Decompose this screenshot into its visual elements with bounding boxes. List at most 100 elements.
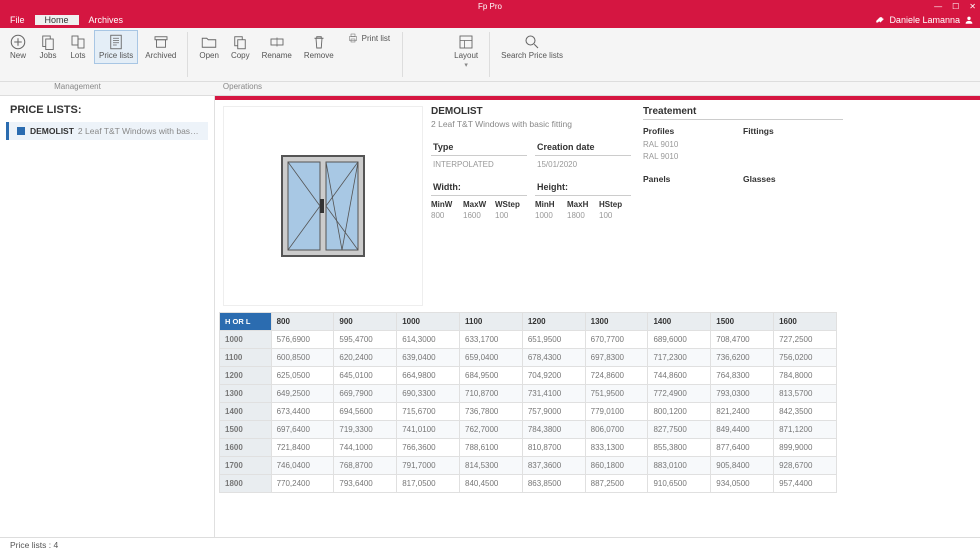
grid-cell[interactable]: 813,5700: [774, 385, 837, 403]
grid-row-header[interactable]: 1000: [220, 331, 272, 349]
grid-col-header[interactable]: 1500: [711, 313, 774, 331]
grid-cell[interactable]: 746,0400: [271, 457, 334, 475]
ribbon-jobs[interactable]: Jobs: [34, 30, 62, 64]
grid-cell[interactable]: 928,6700: [774, 457, 837, 475]
grid-cell[interactable]: 704,9200: [522, 367, 585, 385]
grid-col-header[interactable]: 800: [271, 313, 334, 331]
grid-cell[interactable]: 791,7000: [397, 457, 460, 475]
grid-cell[interactable]: 800,1200: [648, 403, 711, 421]
user-area[interactable]: Daniele Lamanna: [875, 15, 980, 25]
grid-cell[interactable]: 719,3300: [334, 421, 397, 439]
grid-col-header[interactable]: 1200: [522, 313, 585, 331]
grid-col-header[interactable]: 1100: [460, 313, 523, 331]
grid-cell[interactable]: 600,8500: [271, 349, 334, 367]
grid-cell[interactable]: 576,6900: [271, 331, 334, 349]
grid-cell[interactable]: 827,7500: [648, 421, 711, 439]
sidebar-item-demolist[interactable]: DEMOLIST 2 Leaf T&T Windows with basic f…: [6, 122, 208, 140]
grid-row-header[interactable]: 1200: [220, 367, 272, 385]
grid-cell[interactable]: 810,8700: [522, 439, 585, 457]
grid-cell[interactable]: 651,9500: [522, 331, 585, 349]
grid-cell[interactable]: 736,7800: [460, 403, 523, 421]
grid-cell[interactable]: 762,7000: [460, 421, 523, 439]
ribbon-archived[interactable]: Archived: [140, 30, 181, 64]
grid-cell[interactable]: 673,4400: [271, 403, 334, 421]
ribbon-copy[interactable]: Copy: [226, 30, 255, 64]
grid-row-header[interactable]: 1300: [220, 385, 272, 403]
grid-cell[interactable]: 689,6000: [648, 331, 711, 349]
grid-col-header[interactable]: 1000: [397, 313, 460, 331]
grid-cell[interactable]: 883,0100: [648, 457, 711, 475]
grid-cell[interactable]: 840,4500: [460, 475, 523, 493]
grid-cell[interactable]: 772,4900: [648, 385, 711, 403]
grid-col-header[interactable]: 1600: [774, 313, 837, 331]
grid-cell[interactable]: 633,1700: [460, 331, 523, 349]
grid-cell[interactable]: 863,8500: [522, 475, 585, 493]
grid-row-header[interactable]: 1800: [220, 475, 272, 493]
grid-cell[interactable]: 905,8400: [711, 457, 774, 475]
grid-cell[interactable]: 670,7700: [585, 331, 648, 349]
maximize-button[interactable]: ☐: [952, 2, 959, 11]
grid-cell[interactable]: 741,0100: [397, 421, 460, 439]
grid-cell[interactable]: 595,4700: [334, 331, 397, 349]
grid-col-header[interactable]: 900: [334, 313, 397, 331]
ribbon-lots[interactable]: Lots: [64, 30, 92, 64]
grid-cell[interactable]: 860,1800: [585, 457, 648, 475]
grid-cell[interactable]: 910,6500: [648, 475, 711, 493]
grid-cell[interactable]: 934,0500: [711, 475, 774, 493]
grid-cell[interactable]: 793,6400: [334, 475, 397, 493]
grid-row-header[interactable]: 1400: [220, 403, 272, 421]
grid-cell[interactable]: 614,3000: [397, 331, 460, 349]
grid-cell[interactable]: 793,0300: [711, 385, 774, 403]
grid-cell[interactable]: 756,0200: [774, 349, 837, 367]
grid-cell[interactable]: 849,4400: [711, 421, 774, 439]
grid-cell[interactable]: 842,3500: [774, 403, 837, 421]
grid-cell[interactable]: 788,6100: [460, 439, 523, 457]
grid-cell[interactable]: 814,5300: [460, 457, 523, 475]
grid-row-header[interactable]: 1100: [220, 349, 272, 367]
close-button[interactable]: ✕: [969, 2, 976, 11]
ribbon-layout[interactable]: Layout ▾: [449, 30, 483, 72]
grid-cell[interactable]: 697,6400: [271, 421, 334, 439]
grid-cell[interactable]: 717,2300: [648, 349, 711, 367]
grid-row-header[interactable]: 1600: [220, 439, 272, 457]
grid-cell[interactable]: 724,8600: [585, 367, 648, 385]
grid-cell[interactable]: 770,2400: [271, 475, 334, 493]
ribbon-print-list[interactable]: Print list: [341, 30, 396, 64]
grid-cell[interactable]: 751,9500: [585, 385, 648, 403]
grid-cell[interactable]: 757,9000: [522, 403, 585, 421]
grid-cell[interactable]: 806,0700: [585, 421, 648, 439]
grid-cell[interactable]: 697,8300: [585, 349, 648, 367]
grid-cell[interactable]: 779,0100: [585, 403, 648, 421]
ribbon-new[interactable]: New: [4, 30, 32, 64]
grid-cell[interactable]: 721,8400: [271, 439, 334, 457]
grid-cell[interactable]: 736,6200: [711, 349, 774, 367]
grid-cell[interactable]: 855,3800: [648, 439, 711, 457]
grid-cell[interactable]: 731,4100: [522, 385, 585, 403]
grid-cell[interactable]: 764,8300: [711, 367, 774, 385]
grid-cell[interactable]: 877,6400: [711, 439, 774, 457]
grid-cell[interactable]: 678,4300: [522, 349, 585, 367]
ribbon-rename[interactable]: Rename: [257, 30, 297, 64]
grid-cell[interactable]: 645,0100: [334, 367, 397, 385]
grid-cell[interactable]: 727,2500: [774, 331, 837, 349]
grid-cell[interactable]: 708,4700: [711, 331, 774, 349]
grid-cell[interactable]: 833,1300: [585, 439, 648, 457]
ribbon-search[interactable]: Search Price lists: [496, 30, 568, 64]
menu-file[interactable]: File: [0, 15, 35, 25]
grid-row-header[interactable]: 1700: [220, 457, 272, 475]
menu-home[interactable]: Home: [35, 15, 79, 25]
grid-cell[interactable]: 817,0500: [397, 475, 460, 493]
grid-cell[interactable]: 669,7900: [334, 385, 397, 403]
grid-cell[interactable]: 899,9000: [774, 439, 837, 457]
grid-cell[interactable]: 710,8700: [460, 385, 523, 403]
grid-cell[interactable]: 690,3300: [397, 385, 460, 403]
grid-cell[interactable]: 744,8600: [648, 367, 711, 385]
grid-cell[interactable]: 784,3800: [522, 421, 585, 439]
grid-cell[interactable]: 620,2400: [334, 349, 397, 367]
grid-col-header[interactable]: 1400: [648, 313, 711, 331]
grid-cell[interactable]: 744,1000: [334, 439, 397, 457]
grid-cell[interactable]: 639,0400: [397, 349, 460, 367]
ribbon-price-lists[interactable]: Price lists: [94, 30, 138, 64]
ribbon-remove[interactable]: Remove: [299, 30, 339, 64]
minimize-button[interactable]: —: [934, 2, 942, 11]
